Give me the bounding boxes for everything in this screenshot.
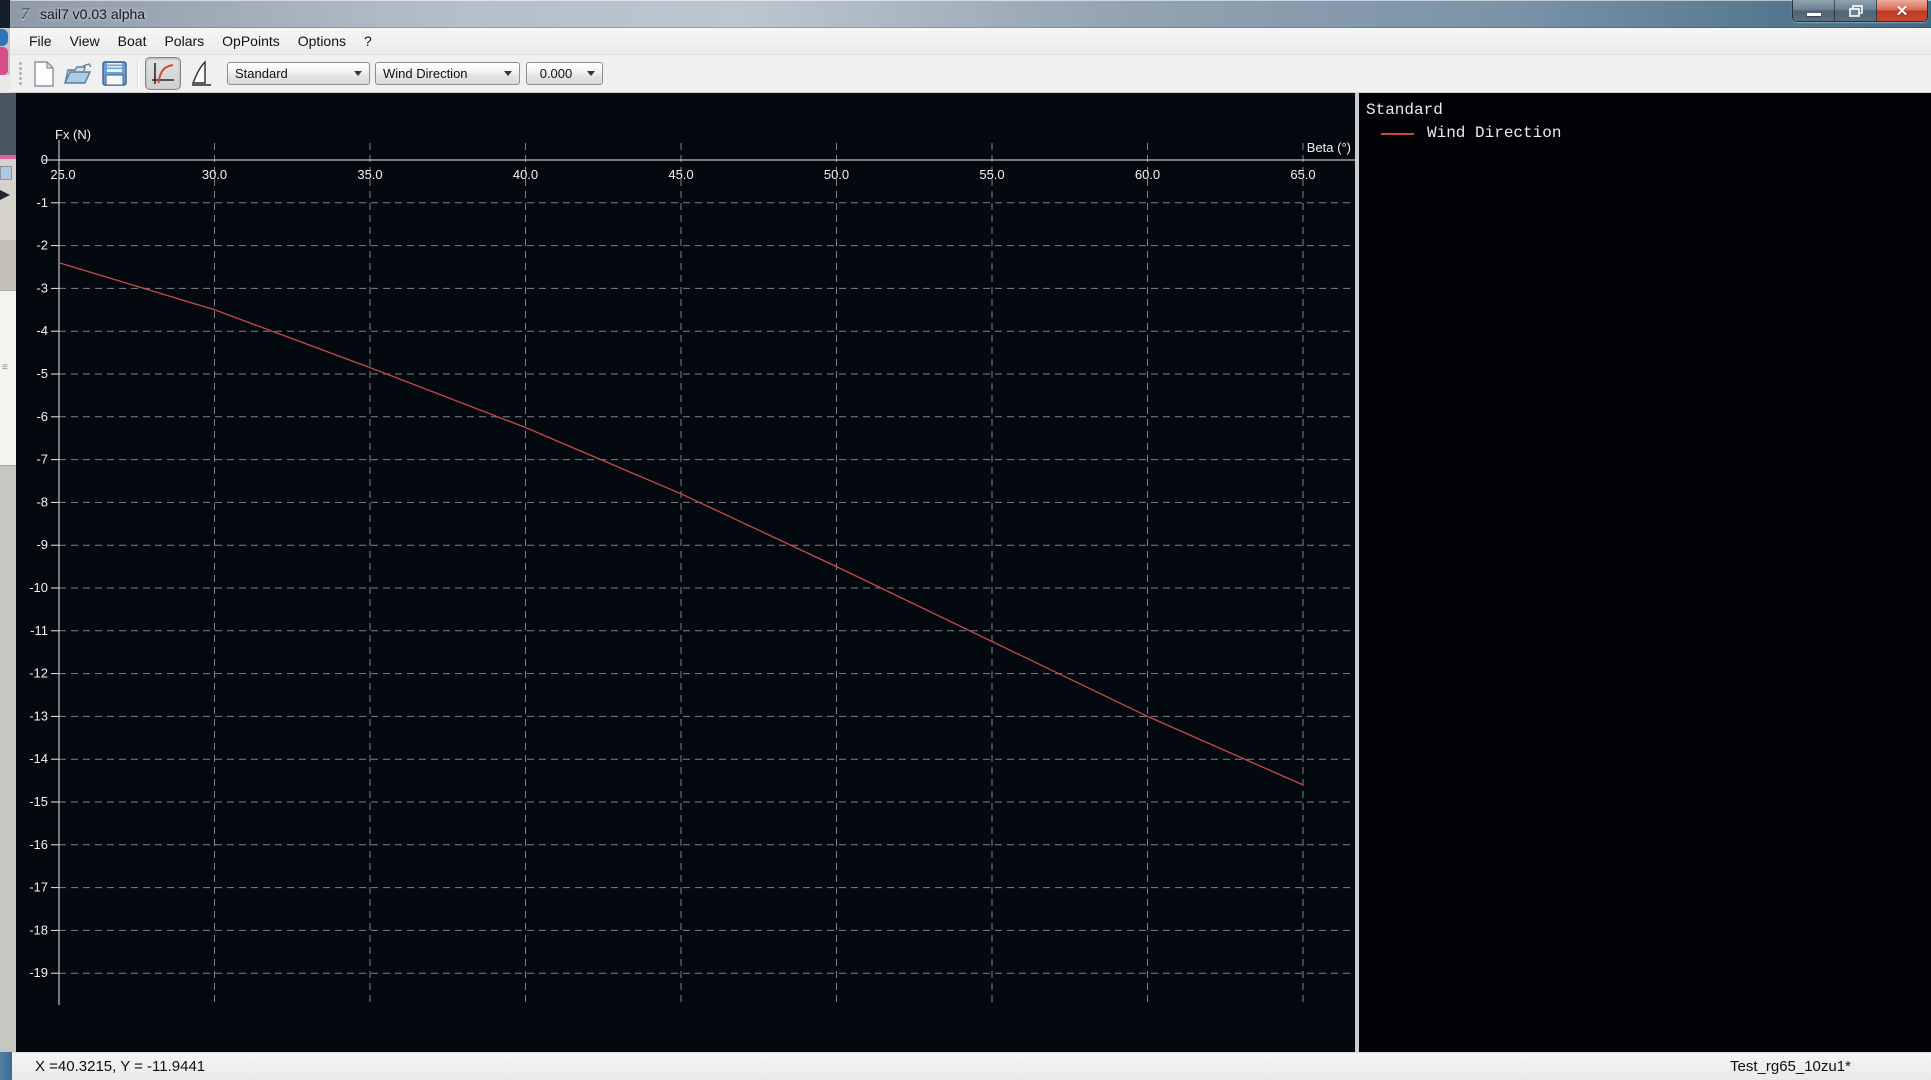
svg-text:-17: -17 xyxy=(29,880,48,895)
restore-button[interactable] xyxy=(1835,0,1877,22)
svg-text:50.0: 50.0 xyxy=(824,167,849,182)
cursor-coordinates: X =40.3215, Y = -11.9441 xyxy=(35,1058,205,1075)
svg-text:45.0: 45.0 xyxy=(668,167,693,182)
value-combo[interactable]: 0.000 xyxy=(526,62,603,85)
open-folder-icon xyxy=(63,62,93,86)
polar-view-button[interactable] xyxy=(145,57,181,90)
toolbar: Standard Wind Direction 0.000 xyxy=(10,55,1931,93)
grip-icon: ≡ xyxy=(2,366,12,378)
title-bar[interactable]: 7 sail7 v0.03 alpha ✕ xyxy=(10,0,1931,28)
window-title: sail7 v0.03 alpha xyxy=(40,6,145,22)
svg-text:-13: -13 xyxy=(29,708,48,723)
minimize-icon xyxy=(1807,13,1821,16)
svg-text:-16: -16 xyxy=(29,837,48,852)
svg-text:-11: -11 xyxy=(30,623,48,638)
legend-curve-swatch xyxy=(1381,133,1414,135)
svg-text:Fx (N): Fx (N) xyxy=(55,127,91,142)
menu-boat[interactable]: Boat xyxy=(109,29,156,53)
toolbar-separator xyxy=(137,60,139,88)
svg-text:-2: -2 xyxy=(36,238,48,253)
background-panel-fragment xyxy=(0,290,16,466)
svg-text:-12: -12 xyxy=(29,666,48,681)
save-icon xyxy=(102,61,127,86)
graph-legend: Standard Wind Direction xyxy=(1359,93,1931,143)
sail-view-button[interactable] xyxy=(186,59,216,89)
svg-text:30.0: 30.0 xyxy=(202,167,227,182)
legend-panel: Standard Wind Direction xyxy=(1359,93,1931,1052)
svg-text:65.0: 65.0 xyxy=(1290,167,1315,182)
open-project-button[interactable] xyxy=(63,59,93,89)
background-window-strip xyxy=(0,93,16,155)
curve-variable-value: Wind Direction xyxy=(383,66,468,81)
legend-curve-name: Wind Direction xyxy=(1427,124,1561,143)
background-window-sliver: ≡ xyxy=(0,0,16,1080)
background-icon-fragment xyxy=(0,29,8,46)
chevron-down-icon xyxy=(504,71,512,76)
window-controls: ✕ xyxy=(1792,0,1928,22)
svg-text:-18: -18 xyxy=(29,922,48,937)
svg-text:35.0: 35.0 xyxy=(357,167,382,182)
svg-text:25.0: 25.0 xyxy=(50,167,75,182)
legend-polar-name: Standard xyxy=(1366,101,1931,120)
svg-text:-5: -5 xyxy=(36,366,48,381)
value-combo-value: 0.000 xyxy=(540,66,573,81)
svg-text:-6: -6 xyxy=(36,409,48,424)
minimize-button[interactable] xyxy=(1793,0,1835,22)
polar-select-combo[interactable]: Standard xyxy=(227,62,370,85)
sail-view-icon xyxy=(189,60,213,87)
menu-view[interactable]: View xyxy=(61,29,109,53)
status-bar: X =40.3215, Y = -11.9441 Test_rg65_10zu1… xyxy=(12,1052,1931,1080)
svg-text:40.0: 40.0 xyxy=(513,167,538,182)
svg-text:55.0: 55.0 xyxy=(979,167,1004,182)
menu-help[interactable]: ? xyxy=(355,29,381,53)
polar-graph-icon xyxy=(150,61,176,87)
close-icon: ✕ xyxy=(1896,2,1909,20)
screen: ≡ 7 sail7 v0.03 alpha ✕ File View Boat P… xyxy=(0,0,1931,1080)
project-name: Test_rg65_10zu1* xyxy=(1730,1058,1851,1075)
menu-bar: File View Boat Polars OpPoints Options ? xyxy=(10,28,1931,55)
background-icon-fragment xyxy=(0,47,8,75)
svg-text:-19: -19 xyxy=(29,965,48,980)
chevron-down-icon xyxy=(587,71,595,76)
restore-icon xyxy=(1849,5,1863,17)
close-button[interactable]: ✕ xyxy=(1877,0,1927,22)
svg-text:60.0: 60.0 xyxy=(1135,167,1160,182)
chevron-down-icon xyxy=(354,71,362,76)
svg-text:-4: -4 xyxy=(36,323,48,338)
app-logo-icon: 7 xyxy=(15,4,35,24)
toolbar-drag-handle[interactable] xyxy=(18,61,23,87)
legend-curve-row: Wind Direction xyxy=(1366,124,1931,143)
svg-text:-1: -1 xyxy=(36,195,48,210)
fx-vs-beta-plot: 25.030.035.040.045.050.055.060.065.00-1-… xyxy=(16,93,1356,1052)
svg-text:Beta (°): Beta (°) xyxy=(1307,140,1351,155)
new-file-icon xyxy=(33,61,55,87)
menu-file[interactable]: File xyxy=(20,29,61,53)
background-icon-fragment xyxy=(0,166,12,180)
background-window-strip xyxy=(0,240,16,290)
svg-text:-10: -10 xyxy=(29,580,48,595)
menu-options[interactable]: Options xyxy=(289,29,355,53)
save-button[interactable] xyxy=(99,59,129,89)
svg-text:-14: -14 xyxy=(29,751,48,766)
svg-text:-8: -8 xyxy=(36,494,48,509)
svg-text:-7: -7 xyxy=(36,452,48,467)
svg-text:-15: -15 xyxy=(29,794,48,809)
svg-text:-3: -3 xyxy=(36,280,48,295)
svg-text:-9: -9 xyxy=(36,537,48,552)
menu-polars[interactable]: Polars xyxy=(155,29,213,53)
polar-graph-canvas[interactable]: 25.030.035.040.045.050.055.060.065.00-1-… xyxy=(16,93,1356,1052)
polar-select-value: Standard xyxy=(235,66,288,81)
new-project-button[interactable] xyxy=(29,59,59,89)
curve-variable-combo[interactable]: Wind Direction xyxy=(375,62,520,85)
menu-oppoints[interactable]: OpPoints xyxy=(213,29,289,53)
